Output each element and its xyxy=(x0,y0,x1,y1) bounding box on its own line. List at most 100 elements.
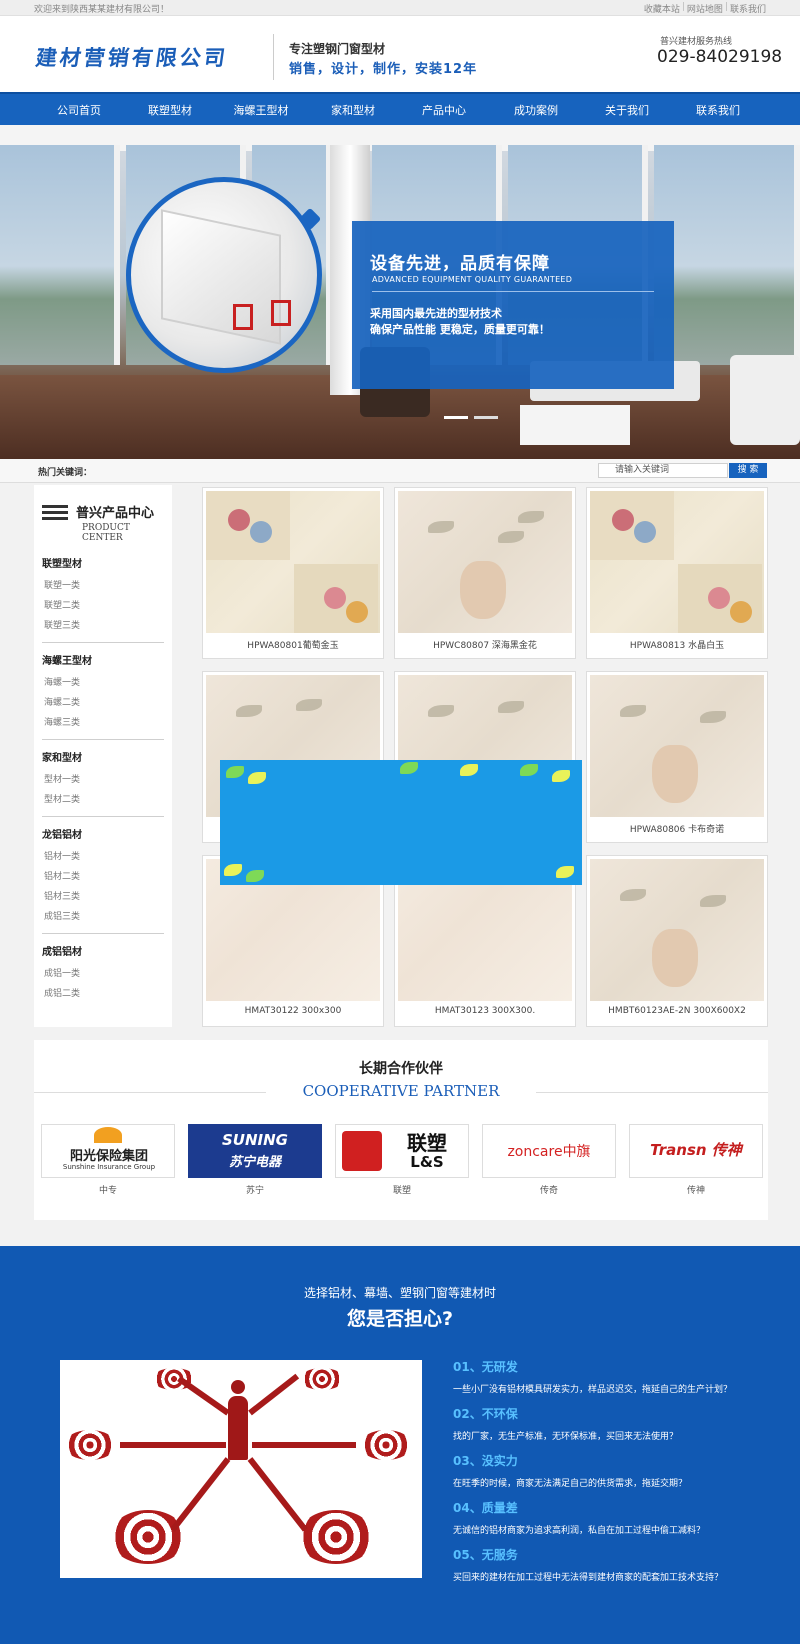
divider xyxy=(42,739,164,740)
partner-logo-text: 联塑 xyxy=(407,1131,447,1155)
product-card[interactable]: HPWA80813 水晶白玉 xyxy=(586,487,768,659)
concern-item: 03、没实力 在旺季的时候，商家无法满足自己的供货需求，拖延交期？ xyxy=(453,1452,773,1499)
product-caption[interactable]: HPWA80806 卡布奇诺 xyxy=(587,822,767,835)
product-card[interactable]: HPWA80806 卡布奇诺 xyxy=(586,671,768,843)
partner-label[interactable]: 联塑 xyxy=(335,1183,469,1196)
window-profile xyxy=(161,209,281,345)
banner-line2: 确保产品性能 更稳定，质量更可靠！ xyxy=(370,323,550,336)
sidebar-item[interactable]: 铝材三类 xyxy=(42,887,164,907)
partner-label[interactable]: 中专 xyxy=(41,1183,175,1196)
partner-logo-transn[interactable]: Transn 传神 xyxy=(629,1124,763,1178)
divider xyxy=(536,1092,768,1093)
nav-about[interactable]: 关于我们 xyxy=(581,102,673,118)
nav-products[interactable]: 产品中心 xyxy=(398,102,490,118)
site-header: 建材营销有限公司 专注塑钢门窗型材 销售，设计，制作，安装12年 普兴建材服务热… xyxy=(0,16,800,92)
partner-logo-suning[interactable]: SUNING 苏宁电器 xyxy=(188,1124,322,1178)
sidebar-group-title[interactable]: 海螺王型材 xyxy=(42,652,164,667)
sidebar-group-title[interactable]: 龙铝铝材 xyxy=(42,826,164,841)
product-card[interactable]: HPWA80801葡萄金玉 xyxy=(202,487,384,659)
slider-dot-1[interactable] xyxy=(444,416,468,419)
partner-logo-zoncare[interactable]: zoncare中旗 xyxy=(482,1124,616,1178)
sidebar-item[interactable]: 海螺三类 xyxy=(42,713,164,733)
nav-hailuo[interactable]: 海螺王型材 xyxy=(215,102,307,118)
sidebar-item[interactable]: 成铝三类 xyxy=(42,907,164,927)
partners-section: 长期合作伙伴 COOPERATIVE PARTNER 阳光保险集团 Sunshi… xyxy=(34,1040,768,1220)
leaf-decoration xyxy=(236,705,262,717)
nav-liansu[interactable]: 联塑型材 xyxy=(124,102,216,118)
nav-cases[interactable]: 成功案例 xyxy=(490,102,582,118)
sidebar-item[interactable]: 海螺一类 xyxy=(42,673,164,693)
leaf-decoration xyxy=(498,701,524,713)
product-caption[interactable]: HMBT60123AE-2N 300X600X2 xyxy=(587,1006,767,1016)
partner-logo-text: 阳光保险集团 xyxy=(69,1149,148,1164)
sidebar-item[interactable]: 联塑三类 xyxy=(42,616,164,636)
leaf-decoration xyxy=(518,511,544,523)
floating-ad[interactable] xyxy=(220,760,582,885)
leaf-decoration xyxy=(248,772,266,784)
product-caption[interactable]: HMAT30123 300X300. xyxy=(395,1006,575,1016)
divider xyxy=(42,642,164,643)
partner-logo-subtext: Sunshine Insurance Group xyxy=(62,1163,156,1171)
sidebar-group-title[interactable]: 联塑型材 xyxy=(42,555,164,570)
search-input[interactable]: 请输入关键词 xyxy=(598,463,728,478)
sidebar-group-title[interactable]: 家和型材 xyxy=(42,749,164,764)
partner-label[interactable]: 苏宁 xyxy=(188,1183,322,1196)
sun-icon xyxy=(94,1127,122,1143)
sidebar-group-longlv: 龙铝铝材 铝材一类 铝材二类 铝材三类 成铝三类 xyxy=(42,826,164,934)
partner-logo-liansu[interactable]: 联塑 L&S xyxy=(335,1124,469,1178)
top-link-sitemap[interactable]: 网站地图 xyxy=(687,2,723,15)
slider-dot-2[interactable] xyxy=(474,416,498,419)
partner-label[interactable]: 传神 xyxy=(629,1183,763,1196)
sidebar-item[interactable]: 型材一类 xyxy=(42,770,164,790)
product-caption[interactable]: HPWA80801葡萄金玉 xyxy=(203,638,383,651)
sidebar-item[interactable]: 成铝二类 xyxy=(42,984,164,1004)
partner-label[interactable]: 传奇 xyxy=(482,1183,616,1196)
concern-title: 03、没实力 xyxy=(453,1454,518,1468)
partners-title: 长期合作伙伴 xyxy=(359,1061,443,1077)
concern-item: 02、不环保 找的厂家，无生产标准，无环保标准，买回来无法使用？ xyxy=(453,1405,773,1452)
concern-item: 04、质量差 无诚信的铝材商家为追求高利润，私自在加工过程中偷工减料？ xyxy=(453,1499,773,1546)
search-bar: 热门关键词： 请输入关键词 搜 索 xyxy=(0,459,800,483)
sidebar-item[interactable]: 联塑一类 xyxy=(42,576,164,596)
product-image xyxy=(590,675,764,817)
sidebar-item[interactable]: 铝材一类 xyxy=(42,847,164,867)
nav-jiahe[interactable]: 家和型材 xyxy=(307,102,399,118)
separator: | xyxy=(681,2,685,12)
sidebar-item[interactable]: 成铝一类 xyxy=(42,964,164,984)
product-caption[interactable]: HPWC80807 深海黑金花 xyxy=(395,638,575,651)
sidebar-item[interactable]: 铝材二类 xyxy=(42,867,164,887)
slogan-line1: 专注塑钢门窗型材 xyxy=(289,42,386,56)
nav-contact[interactable]: 联系我们 xyxy=(672,102,764,118)
person-figure xyxy=(228,1396,248,1460)
product-image xyxy=(206,491,380,633)
hero-banner[interactable]: 设备先进，品质有保障 ADVANCED EQUIPMENT QUALITY GU… xyxy=(0,125,800,459)
top-link-favorite[interactable]: 收藏本站 xyxy=(644,2,680,15)
list-icon xyxy=(42,505,68,521)
sidebar-group-title[interactable]: 成铝铝材 xyxy=(42,943,164,958)
sidebar-item[interactable]: 联塑二类 xyxy=(42,596,164,616)
concern-item: 01、无研发 一些小厂没有铝材模具研发实力，样品迟迟交，拖延自己的生产计划？ xyxy=(453,1358,773,1405)
product-caption[interactable]: HMAT30122 300x300 xyxy=(203,1006,383,1016)
product-image xyxy=(398,491,572,633)
welcome-text: 欢迎来到陕西某某建材有限公司！ xyxy=(34,5,170,15)
vase-decoration xyxy=(652,745,698,803)
product-caption[interactable]: HPWA80813 水晶白玉 xyxy=(587,638,767,651)
sidebar-item[interactable]: 型材二类 xyxy=(42,790,164,810)
partner-logo-sunshine[interactable]: 阳光保险集团 Sunshine Insurance Group xyxy=(41,1124,175,1178)
top-link-contact[interactable]: 联系我们 xyxy=(730,2,766,15)
sidebar-item[interactable]: 海螺二类 xyxy=(42,693,164,713)
flower-decoration xyxy=(250,521,272,543)
target-icon xyxy=(360,1430,412,1460)
company-logo[interactable]: 建材营销有限公司 xyxy=(34,42,230,72)
flower-decoration xyxy=(324,587,346,609)
partner-logo-subtext: zoncare xyxy=(507,1144,563,1160)
leaf-decoration xyxy=(520,764,538,776)
concern-title: 02、不环保 xyxy=(453,1407,518,1421)
search-button[interactable]: 搜 索 xyxy=(729,463,767,478)
product-card[interactable]: HMBT60123AE-2N 300X600X2 xyxy=(586,855,768,1027)
product-card[interactable]: HPWC80807 深海黑金花 xyxy=(394,487,576,659)
concern-desc: 买回来的建材在加工过程中无法得到建材商家的配套加工技术支持？ xyxy=(453,1573,724,1583)
partner-logo-cn: 传神 xyxy=(711,1141,742,1159)
nav-home[interactable]: 公司首页 xyxy=(33,102,125,118)
concern-desc: 找的厂家，无生产标准，无环保标准，买回来无法使用？ xyxy=(453,1432,679,1442)
